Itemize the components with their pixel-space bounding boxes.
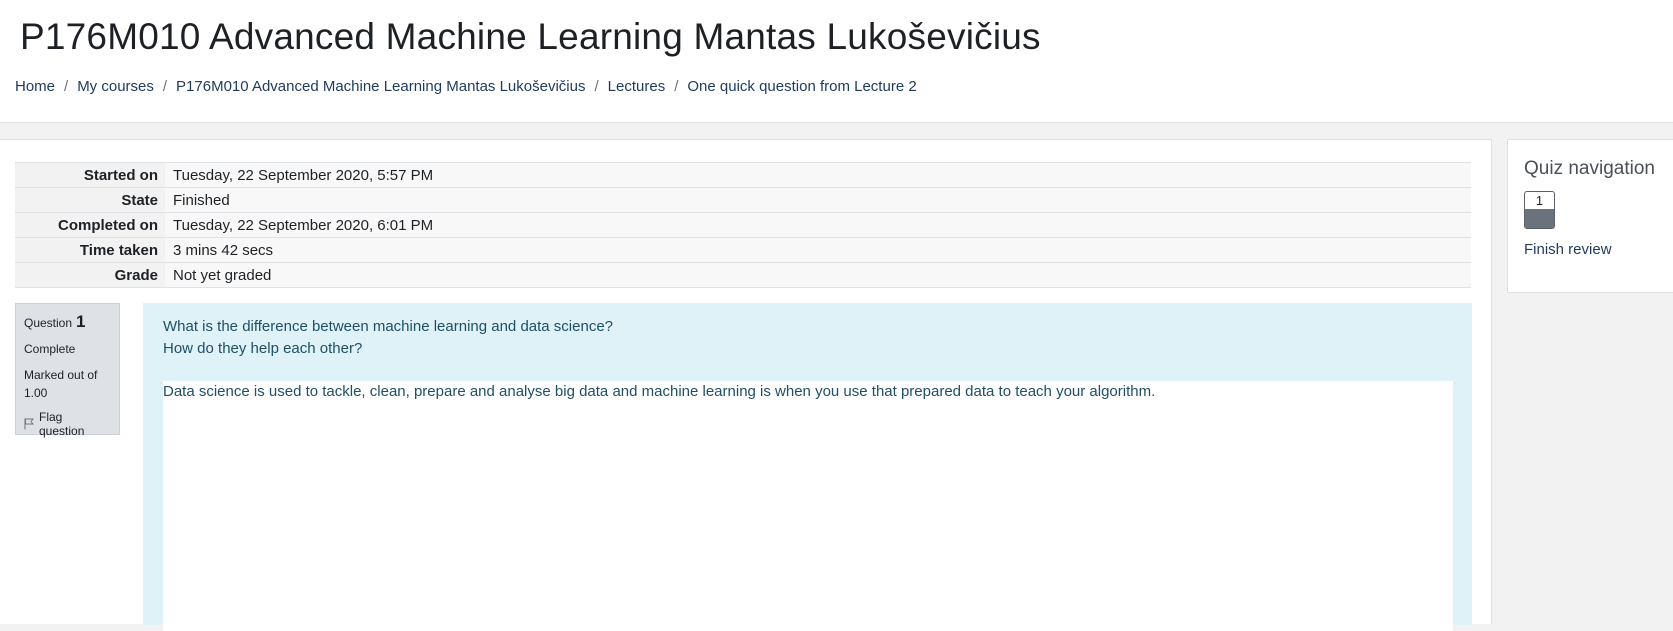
breadcrumb-course[interactable]: P176M010 Advanced Machine Learning Manta… — [176, 78, 585, 95]
summary-label: Started on — [15, 162, 165, 188]
summary-row-state: State Finished — [15, 187, 1471, 213]
summary-row-time-taken: Time taken 3 mins 42 secs — [15, 237, 1471, 263]
quiz-summary-table: Started on Tuesday, 22 September 2020, 5… — [15, 162, 1471, 288]
summary-label: Grade — [15, 262, 165, 288]
quiz-navigation-block: Quiz navigation 1 Finish review — [1507, 139, 1673, 293]
quiz-nav-question-number: 1 — [1535, 193, 1544, 208]
summary-label: Time taken — [15, 237, 165, 263]
question-grade: Marked out of 1.00 — [24, 366, 111, 402]
breadcrumb: Home / My courses / P176M010 Advanced Ma… — [15, 78, 917, 95]
question-info-panel: Question 1 Complete Marked out of 1.00 F… — [15, 303, 120, 438]
summary-row-started-on: Started on Tuesday, 22 September 2020, 5… — [15, 162, 1471, 188]
quiz-nav-question-button[interactable]: 1 — [1524, 191, 1555, 229]
summary-label: State — [15, 187, 165, 213]
summary-value: Tuesday, 22 September 2020, 5:57 PM — [165, 162, 1471, 188]
flag-question-label: Flag question — [39, 410, 85, 438]
breadcrumb-quiz[interactable]: One quick question from Lecture 2 — [687, 78, 916, 95]
finish-review-link[interactable]: Finish review — [1524, 241, 1673, 258]
flag-question-button[interactable]: Flag question — [24, 410, 111, 438]
summary-value: 3 mins 42 secs — [165, 237, 1471, 263]
page-title: P176M010 Advanced Machine Learning Manta… — [20, 16, 1041, 57]
question-status-indicator — [1525, 209, 1554, 228]
question-state: Complete — [24, 342, 76, 356]
summary-row-grade: Grade Not yet graded — [15, 262, 1471, 288]
breadcrumb-separator: / — [162, 78, 168, 95]
question-number: 1 — [76, 312, 86, 331]
question-text-line: What is the difference between machine l… — [163, 318, 614, 335]
breadcrumb-lectures[interactable]: Lectures — [608, 78, 666, 95]
answer-textarea[interactable]: Data science is used to tackle, clean, p… — [163, 381, 1453, 631]
summary-value: Tuesday, 22 September 2020, 6:01 PM — [165, 212, 1471, 238]
quiz-navigation-title: Quiz navigation — [1524, 158, 1655, 179]
breadcrumb-my-courses[interactable]: My courses — [77, 78, 154, 95]
question-label: Question — [24, 316, 73, 330]
question-number-line: Question 1 — [24, 312, 111, 332]
summary-label: Completed on — [15, 212, 165, 238]
question-text-line: How do they help each other? — [163, 340, 363, 357]
breadcrumb-separator: / — [594, 78, 599, 95]
summary-value: Not yet graded — [165, 262, 1471, 288]
grade-label: Marked out of — [24, 368, 98, 382]
grade-value: 1.00 — [24, 386, 48, 400]
summary-value: Finished — [165, 187, 1471, 213]
question-content: What is the difference between machine l… — [143, 303, 1472, 631]
breadcrumb-separator: / — [674, 78, 679, 95]
summary-row-completed-on: Completed on Tuesday, 22 September 2020,… — [15, 212, 1471, 238]
flag-icon — [24, 418, 34, 430]
question-text: What is the difference between machine l… — [163, 316, 1452, 360]
breadcrumb-home[interactable]: Home — [15, 78, 55, 95]
main-region: Started on Tuesday, 22 September 2020, 5… — [0, 139, 1492, 631]
page-header: P176M010 Advanced Machine Learning Manta… — [0, 0, 1673, 123]
breadcrumb-separator: / — [64, 78, 69, 95]
